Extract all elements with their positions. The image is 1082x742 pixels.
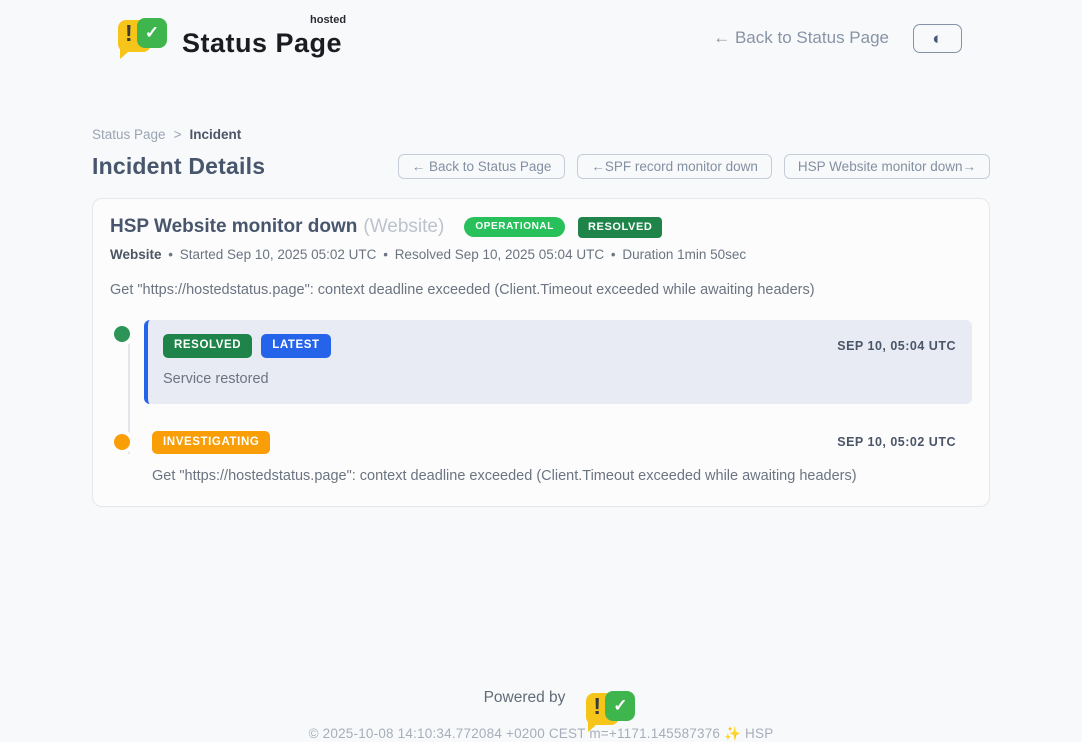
timeline-entry-content-latest: RESOLVED LATEST SEP 10, 05:04 UTC Servic… [144,320,972,404]
resolved-badge: RESOLVED [163,334,252,358]
breadcrumb-separator: > [174,127,182,142]
brand[interactable]: ! ✓ Status Page hosted [118,16,342,60]
meta-component: Website [110,247,162,262]
timeline-dot-orange [114,434,130,450]
meta-separator: • [611,247,616,262]
breadcrumb-incident: Incident [189,127,241,142]
logo-exclaim-glyph: ! [125,22,133,45]
title-row: Incident Details ← Back to Status Page ←… [92,153,990,180]
header-actions: ← Back to Status Page ◐ [713,24,962,53]
page-title: Incident Details [92,153,265,180]
footer-logo-icon: ! ✓ [574,689,598,711]
footer: Powered by ! ✓ © 2025-10-08 14:10:34.772… [92,687,990,742]
breadcrumb-status-page[interactable]: Status Page [92,127,166,142]
back-to-status-page-link[interactable]: ← Back to Status Page [713,28,889,48]
back-link-label: Back to Status Page [735,28,889,47]
brand-name: Status Page [182,28,342,58]
timeline-dot-green [114,326,130,342]
incident-title-row: HSP Website monitor down (Website) OPERA… [110,216,972,238]
operational-status-badge: OPERATIONAL [464,217,565,237]
brand-superscript: hosted [310,14,346,26]
timeline-entry-content: INVESTIGATING SEP 10, 05:02 UTC Get "htt… [144,428,972,485]
timeline-badge-row: INVESTIGATING SEP 10, 05:02 UTC [152,431,956,455]
status-page-logo-icon: ! ✓ [118,16,170,60]
meta-duration: Duration 1min 50sec [622,247,746,262]
logo-check-icon: ✓ [605,691,635,721]
incident-timeline: RESOLVED LATEST SEP 10, 05:04 UTC Servic… [110,320,972,484]
timeline-message: Get "https://hostedstatus.page": context… [152,468,956,484]
logo-check-icon: ✓ [137,18,167,48]
resolved-status-badge: RESOLVED [578,217,663,238]
timeline-timestamp: SEP 10, 05:04 UTC [837,339,956,353]
powered-by[interactable]: Powered by ! ✓ [92,687,990,709]
next-incident-button[interactable]: HSP Website monitor down→ [784,154,990,179]
half-circle-contrast-icon: ◐ [932,30,942,47]
meta-started: Started Sep 10, 2025 05:02 UTC [180,247,377,262]
investigating-badge: INVESTIGATING [152,431,270,455]
latest-badge: LATEST [261,334,330,358]
timeline-entry-resolved: RESOLVED LATEST SEP 10, 05:04 UTC Servic… [111,320,972,404]
incident-meta: Website • Started Sep 10, 2025 05:02 UTC… [110,247,972,262]
back-to-status-page-button[interactable]: ← Back to Status Page [398,154,566,179]
incident-component: (Website) [363,216,444,238]
timeline-message: Service restored [163,371,956,387]
header: ! ✓ Status Page hosted ← Back to Status … [0,0,1082,76]
powered-by-label: Powered by [484,689,566,707]
main-content: Status Page > Incident Incident Details … [92,127,990,742]
brand-text: Status Page hosted [182,16,342,59]
meta-separator: • [383,247,388,262]
breadcrumb: Status Page > Incident [92,127,990,142]
incident-card: HSP Website monitor down (Website) OPERA… [92,198,990,507]
left-arrow-icon: ← [713,28,730,47]
timeline-entry-investigating: INVESTIGATING SEP 10, 05:02 UTC Get "htt… [111,428,972,485]
timeline-timestamp: SEP 10, 05:02 UTC [837,435,956,449]
copyright-line: © 2025-10-08 14:10:34.772084 +0200 CEST … [92,726,990,742]
incident-description: Get "https://hostedstatus.page": context… [110,282,972,298]
meta-separator: • [168,247,173,262]
theme-toggle-button[interactable]: ◐ [913,24,962,53]
incident-nav-buttons: ← Back to Status Page ←SPF record monito… [398,154,990,179]
meta-resolved: Resolved Sep 10, 2025 05:04 UTC [395,247,604,262]
logo-exclaim-glyph: ! [593,695,601,718]
prev-incident-button[interactable]: ←SPF record monitor down [577,154,772,179]
incident-title: HSP Website monitor down [110,216,357,238]
timeline-badge-row: RESOLVED LATEST SEP 10, 05:04 UTC [163,334,956,358]
